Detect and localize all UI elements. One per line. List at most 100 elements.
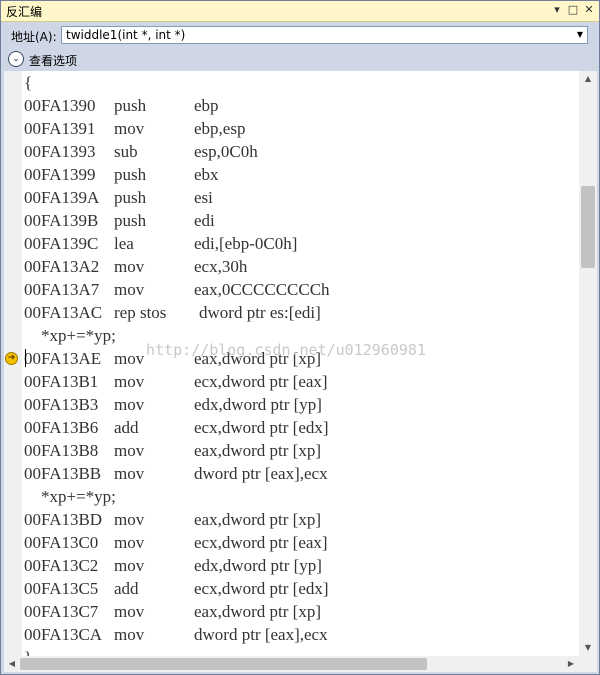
disassembly-line[interactable]: 00FA13B6 add ecx,dword ptr [edx] <box>24 416 579 439</box>
instruction-operands: ecx,30h <box>194 257 248 276</box>
instruction-address: 00FA13AC <box>24 303 103 322</box>
disassembly-line[interactable]: 00FA13C5 add ecx,dword ptr [edx] <box>24 577 579 600</box>
scroll-corner <box>579 656 597 672</box>
instruction-address: 00FA1391 <box>24 119 96 138</box>
chevron-down-icon[interactable]: ▼ <box>573 27 587 43</box>
window-title: 反汇编 <box>6 5 43 19</box>
instruction-address: 00FA13C5 <box>24 579 99 598</box>
text-caret <box>25 349 26 367</box>
instruction-address: 00FA13B1 <box>24 372 99 391</box>
scroll-right-icon[interactable]: ▶ <box>563 656 579 672</box>
disassembly-line[interactable]: 00FA13C2 mov edx,dword ptr [yp] <box>24 554 579 577</box>
disassembly-line[interactable]: 00FA13AC rep stos dword ptr es:[edi] <box>24 301 579 324</box>
instruction-operands: edi,[ebp-0C0h] <box>194 234 298 253</box>
instruction-operands: ebx <box>194 165 219 184</box>
disassembly-pane[interactable]: {00FA1390 push ebp 00FA1391 mov ebp,esp 00FA13… <box>4 71 579 656</box>
instruction-operands: edi <box>194 211 215 230</box>
disassembly-line[interactable]: 00FA13BB mov dword ptr [eax],ecx <box>24 462 579 485</box>
instruction-mnemonic: mov <box>114 280 145 299</box>
instruction-mnemonic: push <box>114 165 147 184</box>
disassembly-line[interactable]: 00FA13C7 mov eax,dword ptr [xp] <box>24 600 579 623</box>
horizontal-scrollbar[interactable]: ◀ ▶ <box>4 656 579 672</box>
disassembly-line[interactable]: *xp+=*yp; <box>24 485 579 508</box>
instruction-address: 00FA13C0 <box>24 533 99 552</box>
title-bar[interactable]: 反汇编 ▾ □ ✕ <box>1 1 599 22</box>
scroll-down-icon[interactable]: ▼ <box>579 640 597 656</box>
instruction-mnemonic: mov <box>114 625 145 644</box>
instruction-address: 00FA1399 <box>24 165 96 184</box>
instruction-mnemonic: push <box>114 96 147 115</box>
disassembly-line[interactable]: 00FA13CA mov dword ptr [eax],ecx <box>24 623 579 646</box>
address-combobox[interactable]: twiddle1(int *, int *) ▼ <box>61 26 588 44</box>
disassembly-line[interactable]: 00FA13B3 mov edx,dword ptr [yp] <box>24 393 579 416</box>
watermark: http://blog.csdn.net/u012960981 <box>146 341 426 359</box>
pin-dropdown-icon[interactable]: ▾ <box>550 3 564 17</box>
instruction-address: *xp+=*yp; <box>24 326 116 345</box>
disassembly-line[interactable]: 00FA1390 push ebp <box>24 94 579 117</box>
instruction-address: 00FA13BD <box>24 510 103 529</box>
instruction-mnemonic: sub <box>114 142 138 161</box>
instruction-operands: ebp <box>194 96 219 115</box>
next-statement-arrow-icon[interactable]: ➜ <box>5 352 18 365</box>
disassembly-line[interactable]: 00FA13B1 mov ecx,dword ptr [eax] <box>24 370 579 393</box>
instruction-mnemonic: mov <box>114 349 145 368</box>
instruction-address: 00FA13B3 <box>24 395 99 414</box>
instruction-address: 00FA139A <box>24 188 100 207</box>
horizontal-scroll-thumb[interactable] <box>20 658 427 670</box>
instruction-address: 00FA13B8 <box>24 441 99 460</box>
instruction-operands: eax,dword ptr [xp] <box>194 510 321 529</box>
instruction-mnemonic: push <box>114 211 147 230</box>
address-toolbar: 地址(A): twiddle1(int *, int *) ▼ <box>1 23 599 47</box>
instruction-mnemonic: mov <box>114 510 145 529</box>
instruction-address: 00FA139B <box>24 211 99 230</box>
view-options-row[interactable]: ⌄ 查看选项 <box>1 48 599 70</box>
disassembly-line[interactable]: 00FA1393 sub esp,0C0h <box>24 140 579 163</box>
instruction-operands: dword ptr [eax],ecx <box>194 625 328 644</box>
address-label: 地址(A): <box>11 30 57 44</box>
disassembly-line[interactable]: 00FA13A7 mov eax,0CCCCCCCCh <box>24 278 579 301</box>
close-icon[interactable]: ✕ <box>582 3 596 17</box>
disassembly-line[interactable]: 00FA139A push esi <box>24 186 579 209</box>
instruction-mnemonic: rep stos <box>114 303 167 322</box>
disassembly-line[interactable]: 00FA13BD mov eax,dword ptr [xp] <box>24 508 579 531</box>
view-options-label[interactable]: 查看选项 <box>29 52 77 69</box>
disassembly-line[interactable]: 00FA13C0 mov ecx,dword ptr [eax] <box>24 531 579 554</box>
instruction-address: } <box>24 646 32 656</box>
disassembly-line[interactable]: 00FA13B8 mov eax,dword ptr [xp] <box>24 439 579 462</box>
disassembly-line[interactable]: { <box>24 71 579 94</box>
instruction-mnemonic: mov <box>114 556 145 575</box>
instruction-address: { <box>24 73 33 92</box>
disassembly-line[interactable]: 00FA139C lea edi,[ebp-0C0h] <box>24 232 579 255</box>
vertical-scroll-thumb[interactable] <box>581 186 595 268</box>
instruction-mnemonic: lea <box>114 234 134 253</box>
instruction-operands: dword ptr es:[edi] <box>199 303 321 322</box>
instruction-address: 00FA13B6 <box>24 418 99 437</box>
maximize-icon[interactable]: □ <box>566 3 580 17</box>
instruction-address: 00FA1390 <box>24 96 96 115</box>
disassembly-line[interactable]: } <box>24 646 579 656</box>
instruction-address: 00FA13AE <box>24 349 102 368</box>
address-value[interactable]: twiddle1(int *, int *) <box>66 28 185 42</box>
disassembly-line[interactable]: 00FA1391 mov ebp,esp <box>24 117 579 140</box>
scroll-left-icon[interactable]: ◀ <box>4 656 20 672</box>
scroll-up-icon[interactable]: ▲ <box>579 71 597 87</box>
instruction-operands: eax,dword ptr [xp] <box>194 602 321 621</box>
instruction-operands: dword ptr [eax],ecx <box>194 464 328 483</box>
disassembly-line[interactable]: 00FA139B push edi <box>24 209 579 232</box>
instruction-operands: edx,dword ptr [yp] <box>194 556 322 575</box>
instruction-operands: eax,0CCCCCCCCh <box>194 280 330 299</box>
instruction-operands: esp,0C0h <box>194 142 258 161</box>
instruction-operands: ebp,esp <box>194 119 246 138</box>
vertical-scrollbar[interactable]: ▲ ▼ <box>579 71 597 656</box>
code-area[interactable]: {00FA1390 push ebp 00FA1391 mov ebp,esp 00FA13… <box>24 71 579 656</box>
instruction-mnemonic: mov <box>114 372 145 391</box>
instruction-address: 00FA13A7 <box>24 280 100 299</box>
disassembly-line[interactable]: 00FA1399 push ebx <box>24 163 579 186</box>
instruction-address: 00FA13C7 <box>24 602 99 621</box>
instruction-mnemonic: push <box>114 188 147 207</box>
instruction-mnemonic: add <box>114 579 139 598</box>
expand-toggle-icon[interactable]: ⌄ <box>8 51 24 67</box>
instruction-address: 00FA13A2 <box>24 257 100 276</box>
instruction-operands: ecx,dword ptr [eax] <box>194 372 328 391</box>
disassembly-line[interactable]: 00FA13A2 mov ecx,30h <box>24 255 579 278</box>
